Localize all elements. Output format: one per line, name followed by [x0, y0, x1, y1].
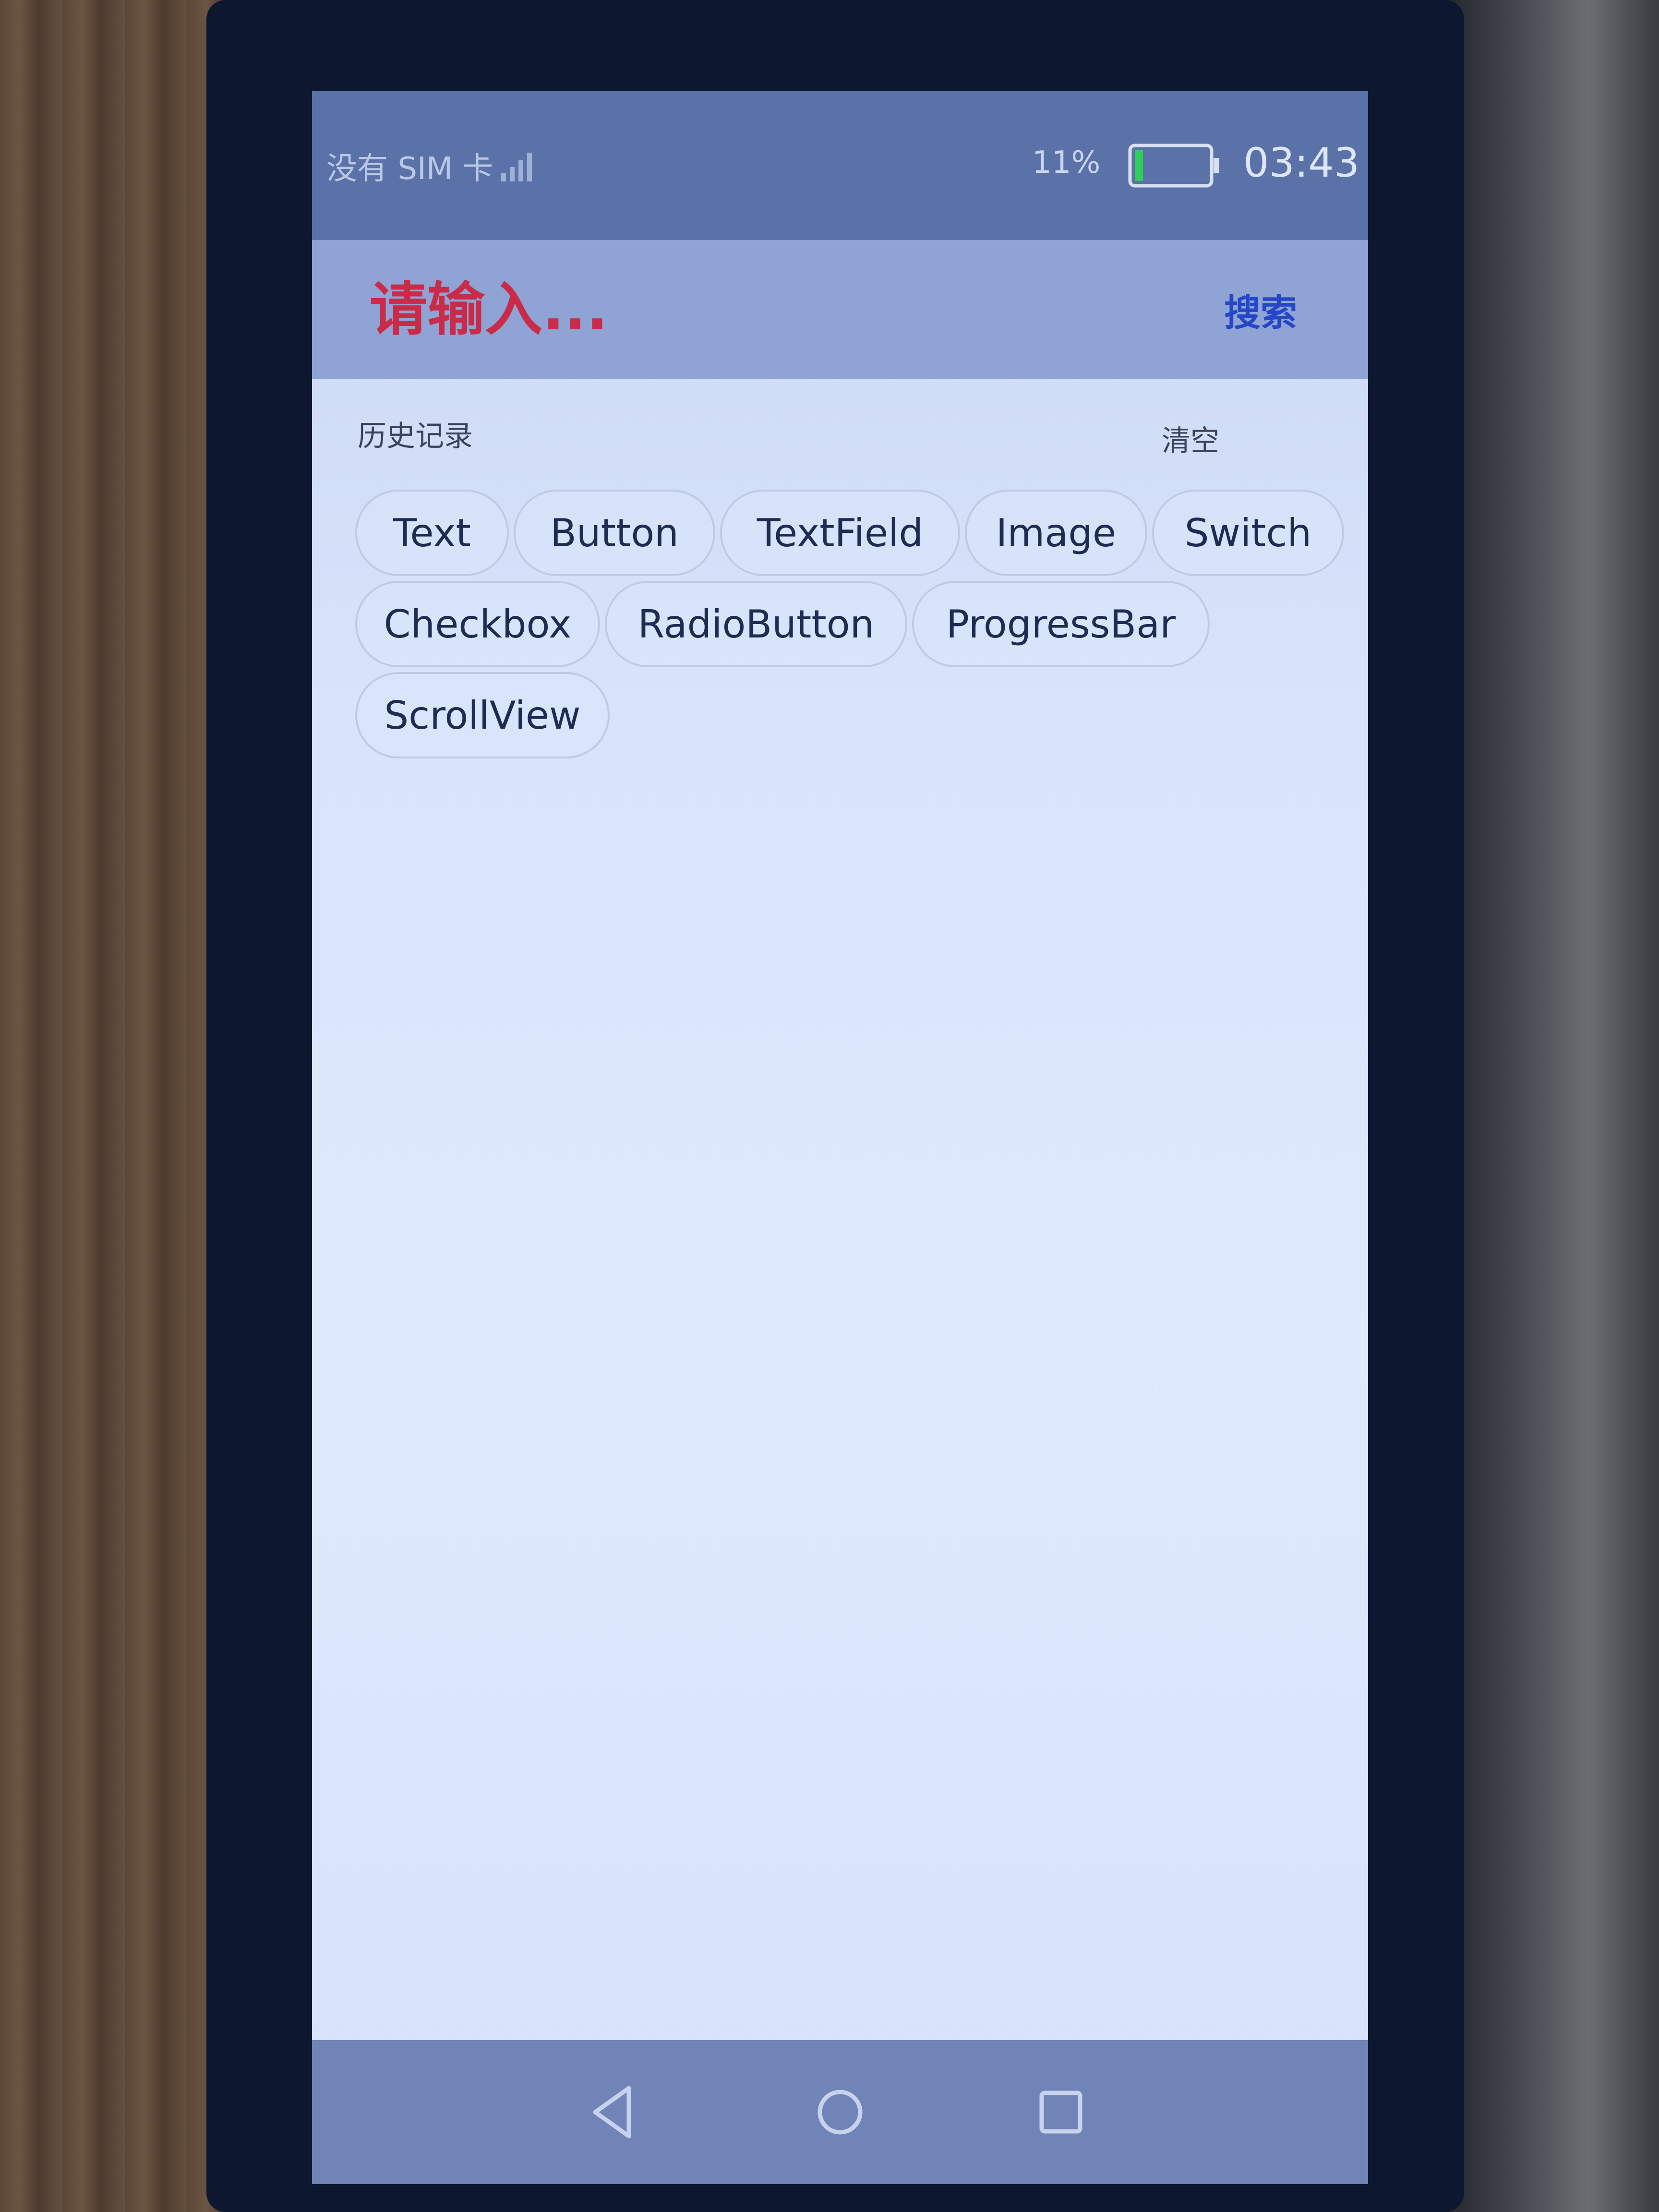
- clock: 03:43: [1243, 139, 1360, 186]
- recents-icon[interactable]: [1027, 2079, 1094, 2146]
- history-chip[interactable]: ScrollView: [355, 672, 610, 758]
- history-chip[interactable]: TextField: [720, 490, 960, 576]
- battery-percent: 11%: [1032, 145, 1101, 180]
- background-desk: [0, 0, 226, 2212]
- history-chip[interactable]: Text: [355, 490, 509, 576]
- history-chip[interactable]: ProgressBar: [912, 581, 1210, 667]
- history-chip[interactable]: Checkbox: [355, 581, 600, 667]
- search-input[interactable]: [370, 269, 1090, 350]
- navigation-bar: [312, 2040, 1368, 2184]
- search-bar: 搜索: [312, 240, 1368, 379]
- sim-status: 没有 SIM 卡: [326, 151, 493, 187]
- home-icon[interactable]: [806, 2079, 874, 2146]
- signal-icon: [501, 153, 532, 181]
- status-bar: 没有 SIM 卡 11% 03:43: [312, 91, 1368, 240]
- search-button[interactable]: 搜索: [1224, 283, 1297, 336]
- history-chip[interactable]: Image: [965, 490, 1147, 576]
- history-title: 历史记录: [358, 420, 473, 453]
- history-chip[interactable]: Switch: [1152, 490, 1344, 576]
- back-icon[interactable]: [581, 2079, 648, 2146]
- battery-fill: [1135, 150, 1143, 181]
- battery-icon: [1128, 144, 1219, 188]
- phone-screen: 没有 SIM 卡 11% 03:43 搜索 历史记录 清空 Text Butto…: [312, 91, 1368, 2184]
- clear-history-button[interactable]: 清空: [1162, 418, 1219, 459]
- history-chip[interactable]: RadioButton: [605, 581, 907, 667]
- history-chip[interactable]: Button: [514, 490, 715, 576]
